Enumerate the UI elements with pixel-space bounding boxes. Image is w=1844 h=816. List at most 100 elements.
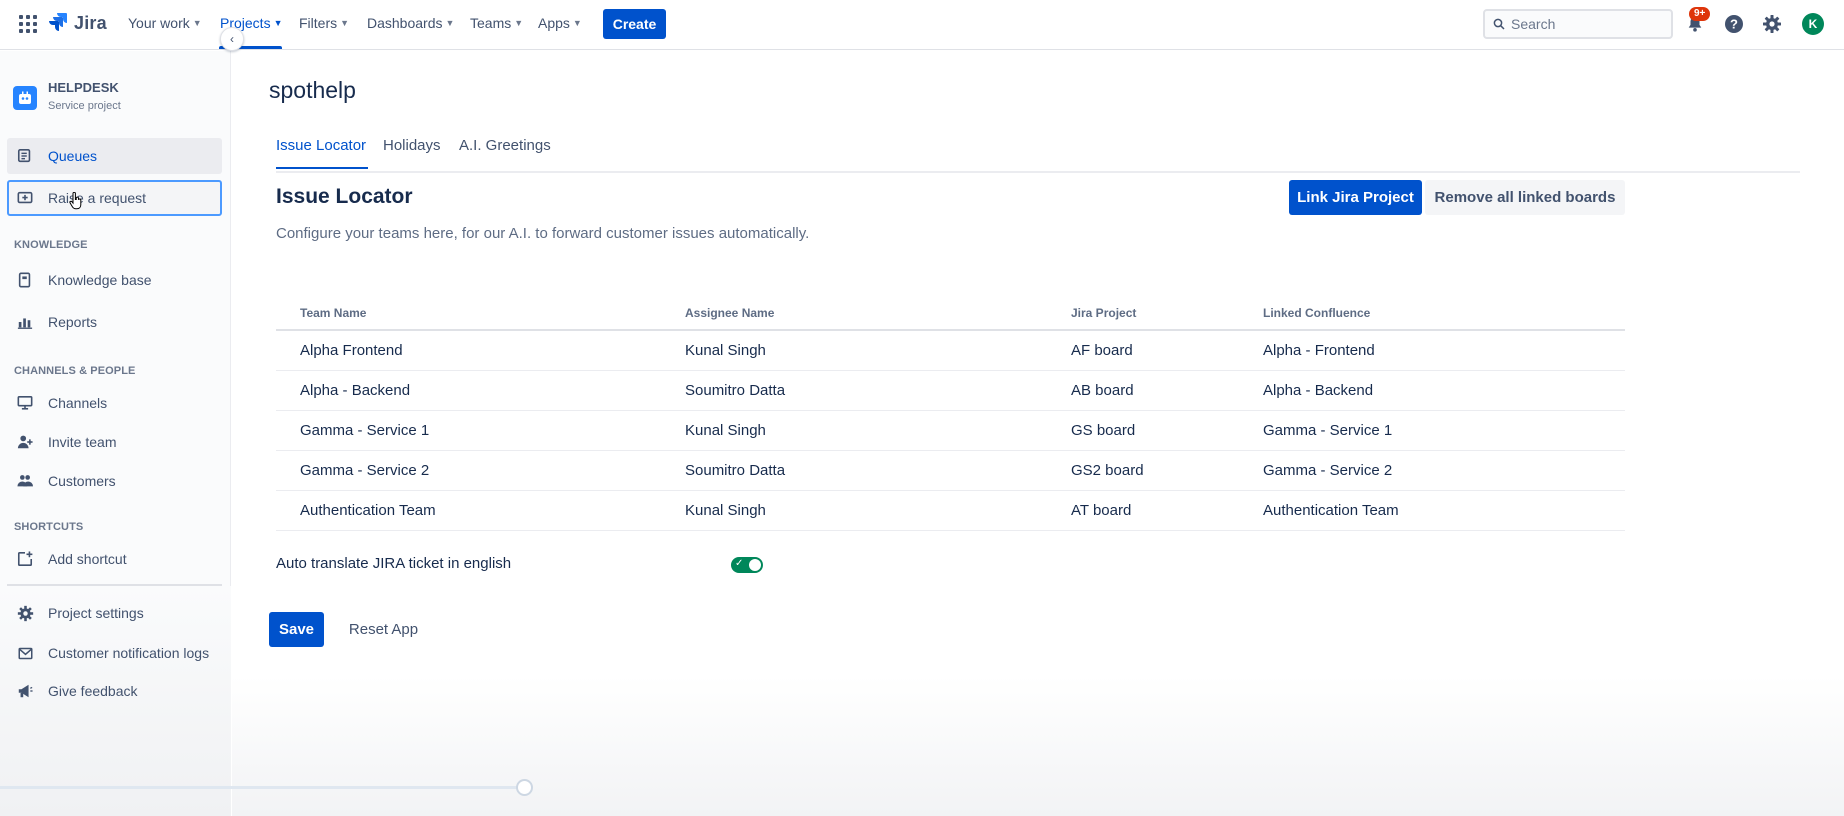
- raise-request-icon: [16, 189, 34, 207]
- sidebar-item-label: Channels: [48, 395, 108, 411]
- auto-translate-toggle[interactable]: ✓: [731, 557, 763, 573]
- notification-badge: 9+: [1689, 7, 1711, 21]
- sidebar-item-reports[interactable]: Reports: [7, 304, 222, 340]
- team-name-cell: Alpha - Backend: [300, 382, 411, 399]
- tab-issue-locator[interactable]: Issue Locator: [276, 137, 366, 154]
- project-name: HELPDESK: [48, 80, 119, 95]
- sidebar-item-project-settings[interactable]: Project settings: [7, 595, 222, 631]
- project-header[interactable]: HELPDESK Service project: [13, 80, 121, 112]
- tab-ai-greetings[interactable]: A.I. Greetings: [459, 137, 551, 154]
- gear-icon: [16, 604, 34, 622]
- sidebar-item-label: Invite team: [48, 434, 117, 450]
- invite-person-icon: [16, 433, 34, 451]
- sidebar-item-label: Reports: [48, 314, 98, 330]
- sidebar-divider: [7, 584, 222, 586]
- people-icon: [16, 472, 34, 490]
- knowledge-base-icon: [16, 271, 34, 289]
- chevron-down-icon: ▼: [572, 18, 582, 28]
- column-header[interactable]: Team Name: [300, 306, 366, 320]
- shortcuts-heading: SHORTCUTS: [14, 521, 84, 533]
- nav-dashboards[interactable]: Dashboards ▼: [367, 15, 454, 31]
- sidebar-item-label: Queues: [48, 148, 98, 164]
- sidebar-item-add-shortcut[interactable]: Add shortcut: [7, 541, 222, 577]
- auto-translate-label: Auto translate JIRA ticket in english: [276, 555, 512, 572]
- assignee-cell: Soumitro Datta: [685, 382, 786, 399]
- column-header[interactable]: Jira Project: [1071, 306, 1136, 320]
- sidebar-item-channels[interactable]: Channels: [7, 385, 222, 421]
- table-row[interactable]: Alpha - Backend Soumitro Datta AB board …: [276, 371, 1625, 411]
- table-row[interactable]: Gamma - Service 1 Kunal Singh GS board G…: [276, 411, 1625, 451]
- checkmark-icon: ✓: [735, 558, 744, 569]
- column-header[interactable]: Linked Confluence: [1263, 306, 1370, 320]
- assignee-cell: Soumitro Datta: [685, 462, 786, 479]
- sidebar-item-label: Raise a request: [48, 190, 147, 206]
- table-header: Team Name Assignee Name Jira Project Lin…: [276, 296, 1625, 331]
- table-row[interactable]: Alpha Frontend Kunal Singh AF board Alph…: [276, 331, 1625, 371]
- assignee-cell: Kunal Singh: [685, 502, 766, 519]
- sidebar-item-queues[interactable]: Queues: [7, 138, 222, 174]
- user-avatar[interactable]: K: [1802, 13, 1824, 35]
- active-tab-indicator: [276, 167, 368, 169]
- save-button[interactable]: Save: [269, 612, 324, 647]
- jira-project-cell: GS board: [1071, 422, 1136, 439]
- jira-project-cell: AF board: [1071, 342, 1133, 359]
- sidebar: HELPDESK Service project Queues Raise a …: [0, 51, 231, 816]
- scrollbar-handle[interactable]: [516, 779, 533, 796]
- create-button[interactable]: Create: [603, 9, 666, 39]
- search-box[interactable]: [1483, 9, 1673, 39]
- chevron-down-icon: ▼: [445, 18, 455, 28]
- top-navigation: Jira Your work ▼ Projects ▼ Filters ▼ Dashb…: [0, 0, 1844, 50]
- sidebar-collapse-button[interactable]: ‹: [220, 27, 244, 51]
- main-fade: [232, 676, 1844, 816]
- jira-project-cell: GS2 board: [1071, 462, 1144, 479]
- sidebar-item-raise-request[interactable]: Raise a request: [7, 180, 222, 216]
- sidebar-item-label: Customers: [48, 473, 116, 489]
- chevron-left-icon: ‹: [230, 32, 234, 46]
- envelope-icon: [16, 644, 34, 662]
- linked-confluence-cell: Alpha - Frontend: [1263, 342, 1375, 359]
- chevron-down-icon: ▼: [192, 18, 202, 28]
- monitor-icon: [16, 394, 34, 412]
- nav-your-work[interactable]: Your work ▼: [128, 15, 202, 31]
- nav-teams[interactable]: Teams ▼: [470, 15, 523, 31]
- search-icon: [1493, 18, 1505, 30]
- channels-heading: CHANNELS & PEOPLE: [14, 365, 136, 377]
- settings-gear-icon[interactable]: [1761, 13, 1783, 35]
- linked-confluence-cell: Alpha - Backend: [1263, 382, 1374, 399]
- svg-text:?: ?: [1730, 17, 1738, 32]
- link-jira-project-button[interactable]: Link Jira Project: [1289, 180, 1422, 215]
- remove-linked-boards-button[interactable]: Remove all linked boards: [1425, 180, 1625, 215]
- app-switcher-icon[interactable]: [19, 15, 37, 33]
- help-icon[interactable]: ?: [1723, 13, 1745, 35]
- reset-app-button[interactable]: Reset App: [336, 612, 431, 647]
- jira-project-cell: AT board: [1071, 502, 1132, 519]
- linked-confluence-cell: Authentication Team: [1263, 502, 1399, 519]
- chevron-down-icon: ▼: [340, 18, 350, 28]
- sidebar-item-knowledge-base[interactable]: Knowledge base: [7, 262, 222, 298]
- toggle-knob: [749, 559, 761, 571]
- page-title: spothelp: [269, 77, 356, 103]
- sidebar-item-label: Customer notification logs: [48, 645, 210, 661]
- chevron-down-icon: ▼: [514, 18, 524, 28]
- sidebar-item-notification-logs[interactable]: Customer notification logs: [7, 635, 222, 671]
- horizontal-scrollbar[interactable]: [0, 786, 525, 789]
- nav-filters[interactable]: Filters ▼: [299, 15, 349, 31]
- team-name-cell: Gamma - Service 2: [300, 462, 430, 479]
- search-input[interactable]: [1511, 16, 1651, 32]
- sidebar-item-customers[interactable]: Customers: [7, 463, 222, 499]
- sidebar-item-invite-team[interactable]: Invite team: [7, 424, 222, 460]
- section-description: Configure your teams here, for our A.I. …: [276, 225, 810, 242]
- table-row[interactable]: Gamma - Service 2 Soumitro Datta GS2 boa…: [276, 451, 1625, 491]
- sidebar-item-give-feedback[interactable]: Give feedback: [7, 673, 222, 709]
- megaphone-icon: [16, 682, 34, 700]
- main-content: spothelp Issue Locator Holidays A.I. Gre…: [232, 51, 1844, 816]
- sidebar-item-label: Add shortcut: [48, 551, 127, 567]
- jira-logo[interactable]: Jira: [48, 12, 107, 34]
- sidebar-item-label: Project settings: [48, 605, 144, 621]
- team-name-cell: Authentication Team: [300, 502, 436, 519]
- table-row[interactable]: Authentication Team Kunal Singh AT board…: [276, 491, 1625, 531]
- nav-apps[interactable]: Apps ▼: [538, 15, 582, 31]
- project-avatar-icon: [13, 86, 37, 110]
- tab-holidays[interactable]: Holidays: [383, 137, 441, 154]
- column-header[interactable]: Assignee Name: [685, 306, 774, 320]
